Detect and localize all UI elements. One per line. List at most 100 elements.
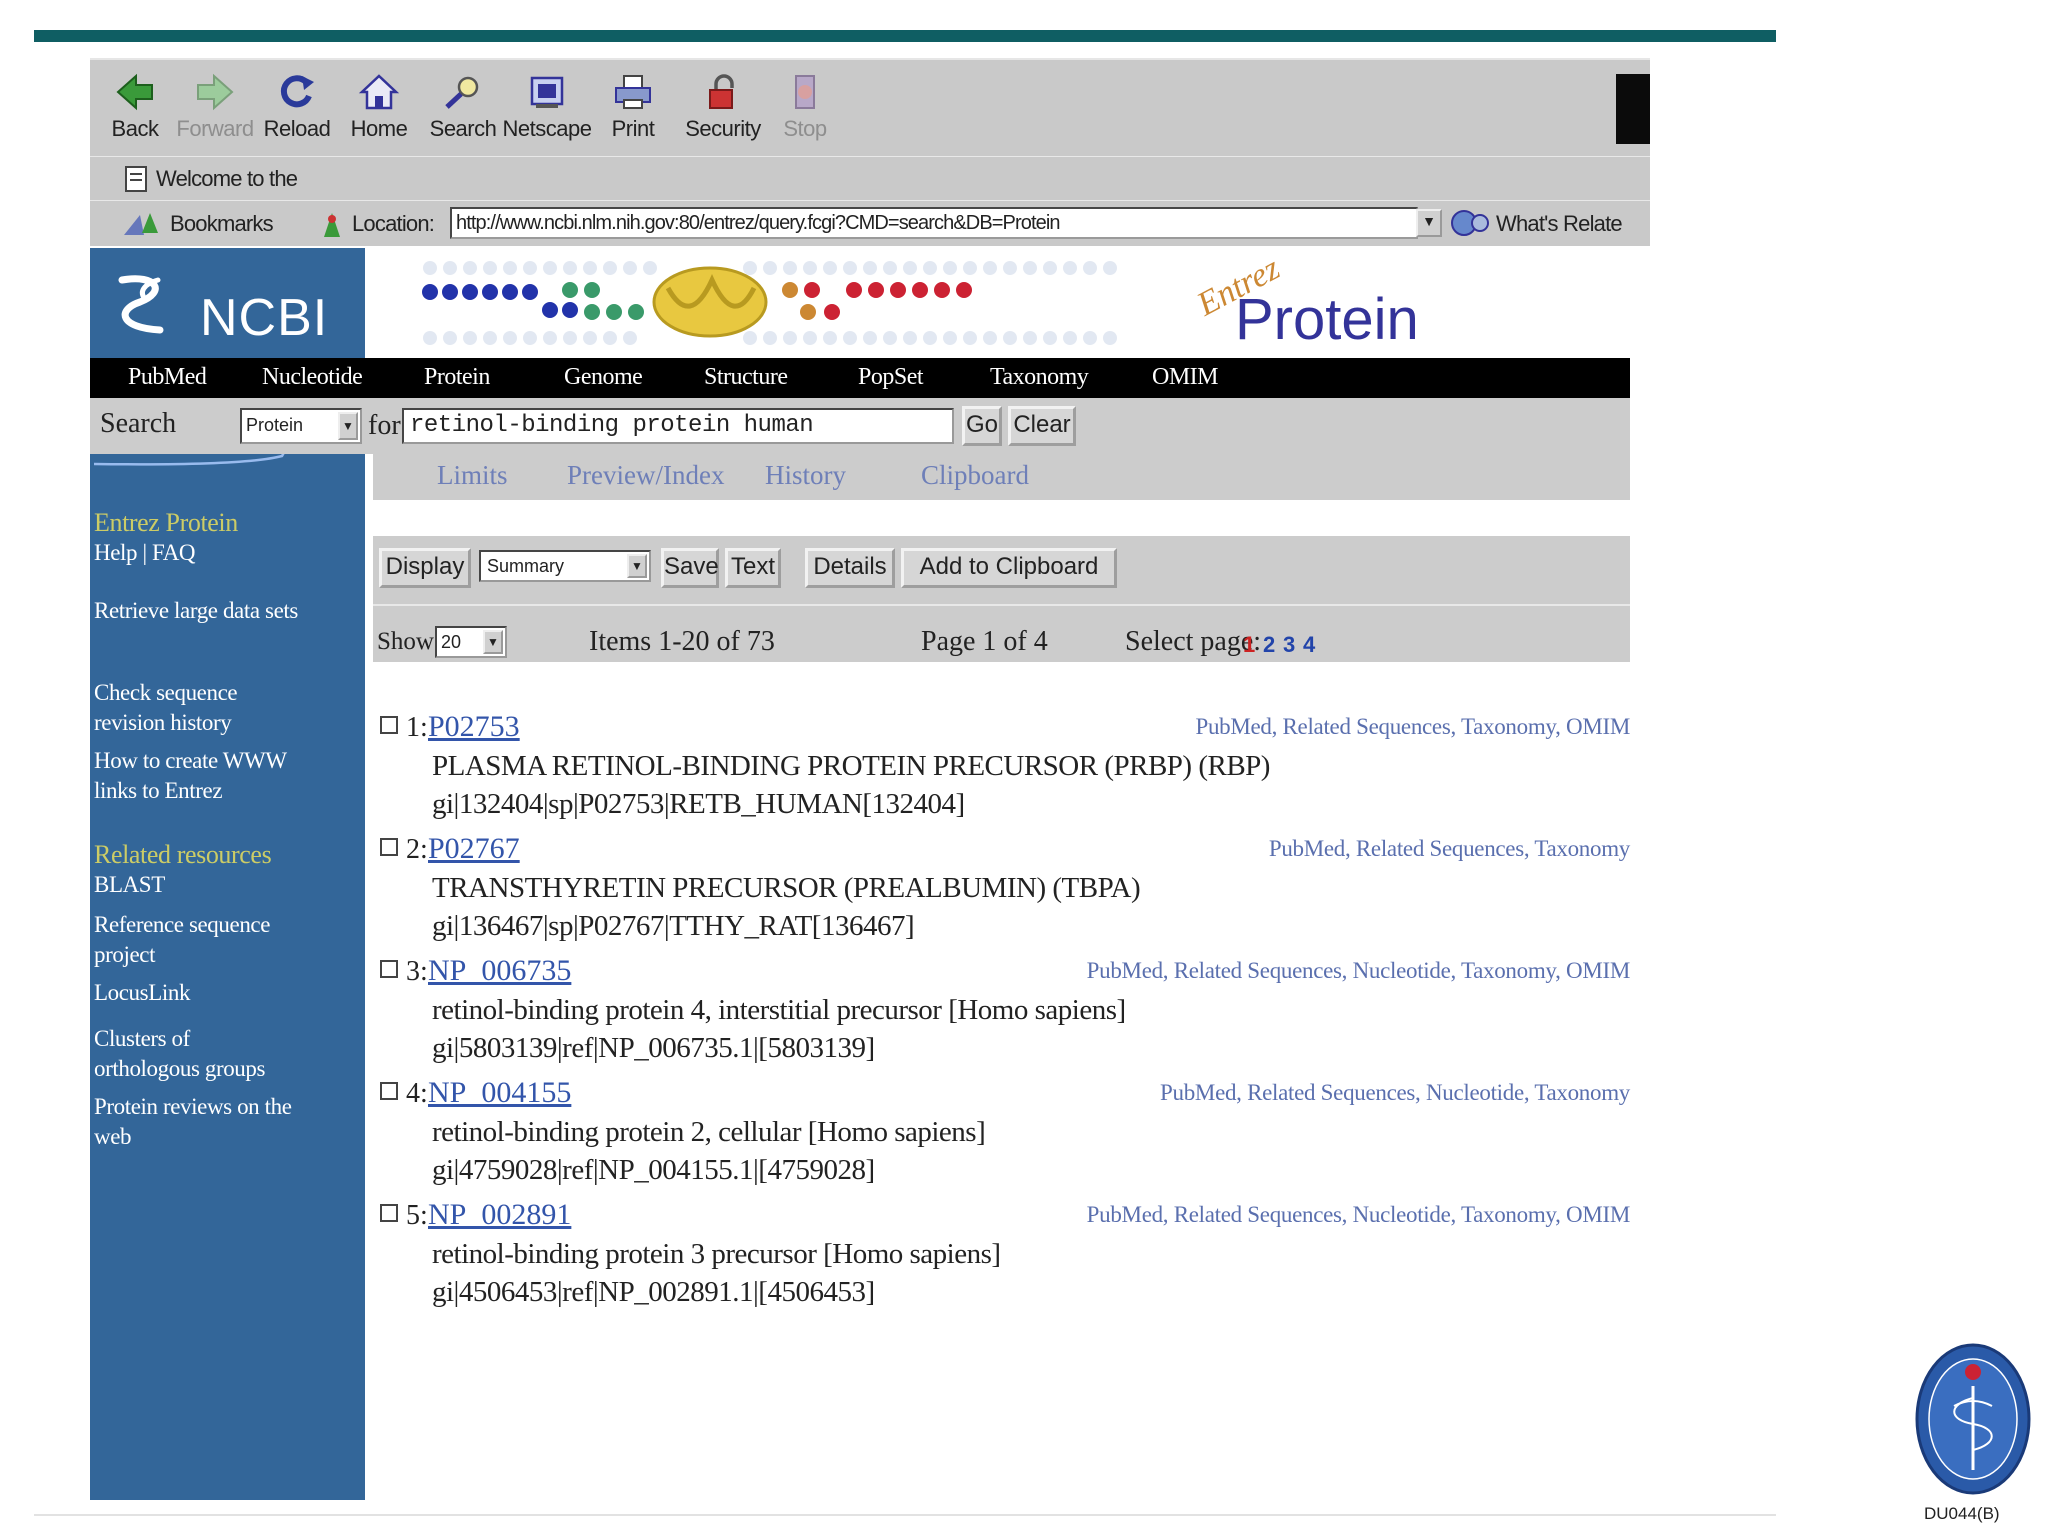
page-link-4[interactable]: 4 <box>1303 632 1315 658</box>
show-count-select[interactable]: 20 ▼ <box>435 626 507 658</box>
accession-link[interactable]: P02767 <box>428 832 520 866</box>
nav-protein[interactable]: Protein <box>424 364 490 391</box>
nav-genome[interactable]: Genome <box>564 364 643 391</box>
result-description: retinol-binding protein 2, cellular [Hom… <box>432 1116 986 1148</box>
search-icon <box>445 76 479 109</box>
ncbi-logo[interactable]: NCBI <box>90 248 365 358</box>
related-links[interactable]: PubMed, Related Sequences, Taxonomy <box>1269 836 1630 862</box>
related-links[interactable]: PubMed, Related Sequences, Taxonomy, OMI… <box>1195 714 1630 740</box>
accession-link[interactable]: NP_006735 <box>428 954 571 988</box>
result-checkbox[interactable] <box>380 838 398 856</box>
sidebar-retrieve-large-data[interactable]: Retrieve large data sets <box>94 596 298 626</box>
security-lock-icon <box>709 74 734 109</box>
chevron-down-icon: ▼ <box>627 554 647 578</box>
home-button[interactable]: Home <box>334 68 424 152</box>
entrez-protein-banner: Entrez Protein <box>365 248 1650 358</box>
bookmarks-button[interactable]: Bookmarks <box>170 211 274 237</box>
chevron-down-icon: ▼ <box>338 412 358 440</box>
page-indicator: Page 1 of 4 <box>921 626 1048 657</box>
accession-link[interactable]: NP_002891 <box>428 1198 571 1232</box>
details-button[interactable]: Details <box>805 548 895 588</box>
sidebar-reference-sequence[interactable]: Reference sequence project <box>94 910 270 970</box>
whats-related-button[interactable]: What's Relate <box>1496 211 1623 237</box>
home-icon <box>358 74 400 110</box>
nav-pubmed[interactable]: PubMed <box>128 364 207 391</box>
nav-nucleotide[interactable]: Nucleotide <box>262 364 363 391</box>
sidebar-protein-reviews[interactable]: Protein reviews on the web <box>94 1092 292 1152</box>
nav-popset[interactable]: PopSet <box>858 364 924 391</box>
reload-button[interactable]: Reload <box>252 68 342 152</box>
result-gi: gi|4506453|ref|NP_002891.1|[4506453] <box>432 1276 875 1308</box>
display-button[interactable]: Display <box>379 548 471 588</box>
display-controls: Display Summary ▼ Save Text Details Add … <box>373 536 1630 662</box>
sidebar-locuslink[interactable]: LocusLink <box>94 978 190 1008</box>
result-description: retinol-binding protein 4, interstitial … <box>432 994 1126 1026</box>
save-button[interactable]: Save <box>661 548 719 588</box>
forward-button[interactable]: Forward <box>170 68 260 152</box>
page-link-2[interactable]: 2 <box>1263 632 1275 658</box>
sidebar-related-resources: Related resources <box>94 840 272 869</box>
sidebar-help-faq[interactable]: Help | FAQ <box>94 538 196 568</box>
netscape-icon <box>530 76 564 108</box>
result-gi: gi|4759028|ref|NP_004155.1|[4759028] <box>432 1154 875 1186</box>
netscape-button[interactable]: Netscape <box>502 68 592 152</box>
security-button[interactable]: Security <box>678 68 768 152</box>
back-arrow-icon <box>116 73 153 111</box>
left-sidebar: About Entrez Entrez Protein Help | FAQ R… <box>90 398 365 1500</box>
result-description: retinol-binding protein 3 precursor [Hom… <box>432 1238 1001 1270</box>
sidebar-check-sequence[interactable]: Check sequence revision history <box>94 678 238 738</box>
search-button[interactable]: Search <box>418 68 508 152</box>
nav-taxonomy[interactable]: Taxonomy <box>990 364 1089 391</box>
limits-link[interactable]: Limits <box>437 460 508 491</box>
netscape-n-logo <box>1616 74 1650 144</box>
sidebar-clusters[interactable]: Clusters of orthologous groups <box>94 1024 265 1084</box>
chevron-down-icon: ▼ <box>483 630 503 654</box>
result-description: PLASMA RETINOL-BINDING PROTEIN PRECURSOR… <box>432 750 1270 782</box>
database-nav-bar: PubMed Nucleotide Protein Genome Structu… <box>90 358 1630 398</box>
print-icon <box>615 75 651 109</box>
nav-structure[interactable]: Structure <box>704 364 788 391</box>
protein-beads-graphic <box>422 261 1117 345</box>
browser-screenshot: Back Forward Reload Home Search Netscape <box>90 58 1650 1500</box>
result-checkbox[interactable] <box>380 960 398 978</box>
result-checkbox[interactable] <box>380 716 398 734</box>
welcome-link[interactable]: Welcome to the <box>156 166 298 192</box>
preview-index-link[interactable]: Preview/Index <box>567 460 724 491</box>
nav-omim[interactable]: OMIM <box>1152 364 1219 391</box>
search-input[interactable]: retinol-binding protein human <box>402 408 954 444</box>
stop-button[interactable]: Stop <box>760 68 850 152</box>
clipboard-link[interactable]: Clipboard <box>921 460 1029 491</box>
accession-link[interactable]: NP_004155 <box>428 1076 571 1110</box>
accession-link[interactable]: P02753 <box>428 710 520 744</box>
result-checkbox[interactable] <box>380 1204 398 1222</box>
related-links[interactable]: PubMed, Related Sequences, Nucleotide, T… <box>1087 1202 1631 1228</box>
sidebar-how-to-create-links[interactable]: How to create WWW links to Entrez <box>94 746 287 806</box>
page-link-3[interactable]: 3 <box>1283 632 1295 658</box>
select-page-label: Select page: <box>1125 626 1262 657</box>
related-links[interactable]: PubMed, Related Sequences, Nucleotide, T… <box>1160 1080 1630 1106</box>
university-seal-logo <box>1915 1343 2031 1495</box>
sidebar-blast[interactable]: BLAST <box>94 870 165 900</box>
history-link[interactable]: History <box>765 460 846 491</box>
back-button[interactable]: Back <box>90 68 180 152</box>
url-history-dropdown[interactable]: ▼ <box>1416 209 1442 237</box>
database-select[interactable]: Protein ▼ <box>240 408 362 444</box>
format-select[interactable]: Summary ▼ <box>479 550 651 582</box>
text-button[interactable]: Text <box>725 548 781 588</box>
go-button[interactable]: Go <box>962 406 1002 446</box>
location-icon <box>324 213 340 237</box>
result-checkbox[interactable] <box>380 1082 398 1100</box>
slide-top-bar <box>34 30 1776 42</box>
ncbi-helix-icon <box>118 275 164 334</box>
url-field[interactable]: http://www.ncbi.nlm.nih.gov:80/entrez/qu… <box>450 207 1418 239</box>
page-link-1[interactable]: 1 <box>1243 632 1255 658</box>
print-button[interactable]: Print <box>588 68 678 152</box>
add-to-clipboard-button[interactable]: Add to Clipboard <box>901 548 1117 588</box>
search-sublinks: Limits Preview/Index History Clipboard <box>373 454 1630 500</box>
result-gi: gi|5803139|ref|NP_006735.1|[5803139] <box>432 1032 875 1064</box>
related-links[interactable]: PubMed, Related Sequences, Nucleotide, T… <box>1087 958 1631 984</box>
slide-bottom-rule <box>34 1514 1776 1516</box>
sidebar-entrez-protein[interactable]: Entrez Protein <box>94 508 238 538</box>
show-label: Show: <box>377 628 441 655</box>
clear-button[interactable]: Clear <box>1008 406 1076 446</box>
